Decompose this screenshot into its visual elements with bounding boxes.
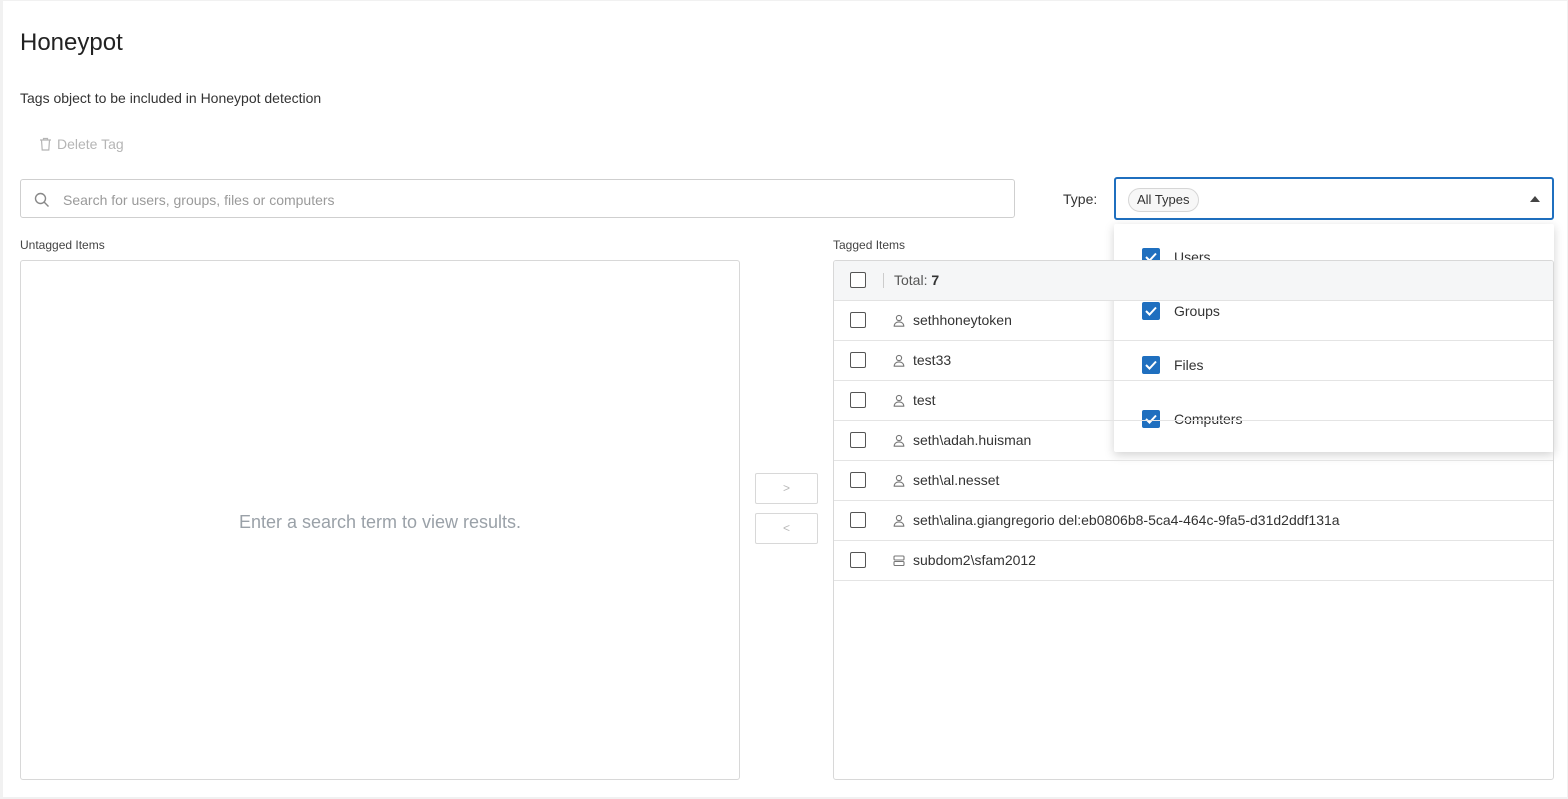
remove-from-tagged-button[interactable]: < (755, 513, 818, 544)
type-chip-all[interactable]: All Types (1128, 188, 1199, 212)
row-checkbox[interactable] (850, 312, 866, 328)
row-checkbox[interactable] (850, 352, 866, 368)
type-label: Type: (1063, 191, 1098, 207)
table-row[interactable]: seth\al.nesset (834, 461, 1553, 501)
user-icon (893, 314, 905, 327)
add-to-tagged-button[interactable]: > (755, 473, 818, 504)
row-name: subdom2\sfam2012 (913, 552, 1036, 568)
select-all-checkbox[interactable] (850, 272, 866, 288)
tagged-header: Total: 7 (834, 261, 1553, 301)
caret-up-icon[interactable] (1530, 196, 1540, 202)
row-name: seth\alina.giangregorio del:eb0806b8-5ca… (913, 512, 1340, 528)
user-icon (893, 434, 905, 447)
table-row[interactable]: seth\adah.huisman (834, 421, 1553, 461)
row-checkbox[interactable] (850, 472, 866, 488)
honeypot-page: Honeypot Tags object to be included in H… (3, 1, 1567, 797)
tagged-items-label: Tagged Items (833, 238, 906, 252)
total-value: 7 (931, 272, 940, 288)
row-checkbox[interactable] (850, 512, 866, 528)
row-checkbox[interactable] (850, 432, 866, 448)
type-select[interactable]: All Types (1114, 177, 1554, 220)
user-icon (893, 354, 905, 367)
computer-icon (893, 555, 905, 567)
search-box[interactable] (20, 179, 1015, 219)
row-name: seth\adah.huisman (913, 432, 1032, 448)
row-checkbox[interactable] (850, 552, 866, 568)
page-title: Honeypot (20, 29, 123, 56)
total-count: Total: 7 (894, 272, 939, 288)
trash-icon (40, 137, 51, 151)
row-name: test (913, 392, 936, 408)
user-icon (893, 514, 905, 527)
page-subtitle: Tags object to be included in Honeypot d… (20, 90, 322, 106)
untagged-items-panel: Enter a search term to view results. (20, 260, 740, 780)
search-input[interactable] (61, 180, 1005, 219)
table-row[interactable]: subdom2\sfam2012 (834, 541, 1553, 581)
table-row[interactable]: seth\alina.giangregorio del:eb0806b8-5ca… (834, 501, 1553, 541)
row-name: sethhoneytoken (913, 312, 1012, 328)
user-icon (893, 474, 905, 487)
search-icon (34, 192, 49, 207)
table-row[interactable]: test (834, 381, 1553, 421)
delete-tag-label: Delete Tag (57, 136, 124, 152)
row-checkbox[interactable] (850, 392, 866, 408)
untagged-items-label: Untagged Items (20, 238, 105, 252)
table-row[interactable]: test33 (834, 341, 1553, 381)
empty-results-message: Enter a search term to view results. (238, 512, 522, 532)
tagged-items-panel: Total: 7 sethhoneytoken test33 test seth… (833, 260, 1554, 780)
row-name: seth\al.nesset (913, 472, 1000, 488)
total-label: Total: (894, 272, 928, 288)
table-row[interactable]: sethhoneytoken (834, 301, 1553, 341)
row-name: test33 (913, 352, 952, 368)
delete-tag-button[interactable]: Delete Tag (39, 136, 124, 152)
header-divider (883, 273, 884, 288)
user-icon (893, 394, 905, 407)
